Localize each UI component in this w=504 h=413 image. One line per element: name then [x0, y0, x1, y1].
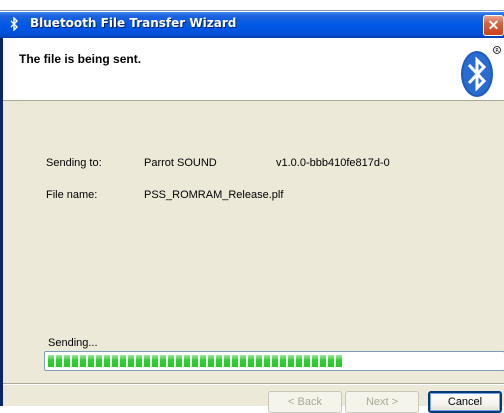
wizard-body: The file is being sent. R Sending to: Pa… [3, 38, 504, 413]
next-button[interactable]: Next > [345, 391, 419, 413]
wizard-window: Bluetooth File Transfer Wizard ✕ The fil… [0, 12, 504, 413]
close-button[interactable]: ✕ [483, 15, 504, 36]
background-window-edge [0, 0, 504, 11]
progress-status-label: Sending... [48, 337, 98, 349]
device-version: v1.0.0-bbb410fe817d-0 [276, 157, 390, 169]
button-separator [3, 383, 504, 385]
title-bar[interactable]: Bluetooth File Transfer Wizard ✕ [0, 12, 504, 38]
back-button[interactable]: < Back [268, 391, 342, 413]
sending-to-value: Parrot SOUND [144, 157, 217, 169]
bluetooth-icon [8, 16, 20, 33]
page-title: The file is being sent. [19, 52, 142, 66]
progress-bar [44, 351, 504, 371]
wizard-header: The file is being sent. R [3, 38, 504, 101]
sending-to-label: Sending to: [46, 157, 102, 169]
svg-text:R: R [495, 48, 499, 54]
progress-fill [48, 355, 342, 367]
bluetooth-logo-icon: R [461, 46, 501, 97]
file-name-value: PSS_ROMRAM_Release.plf [144, 189, 284, 201]
cancel-button[interactable]: Cancel [428, 391, 502, 413]
close-icon: ✕ [487, 17, 500, 33]
window-title: Bluetooth File Transfer Wizard [30, 16, 237, 30]
file-name-label: File name: [46, 189, 98, 201]
